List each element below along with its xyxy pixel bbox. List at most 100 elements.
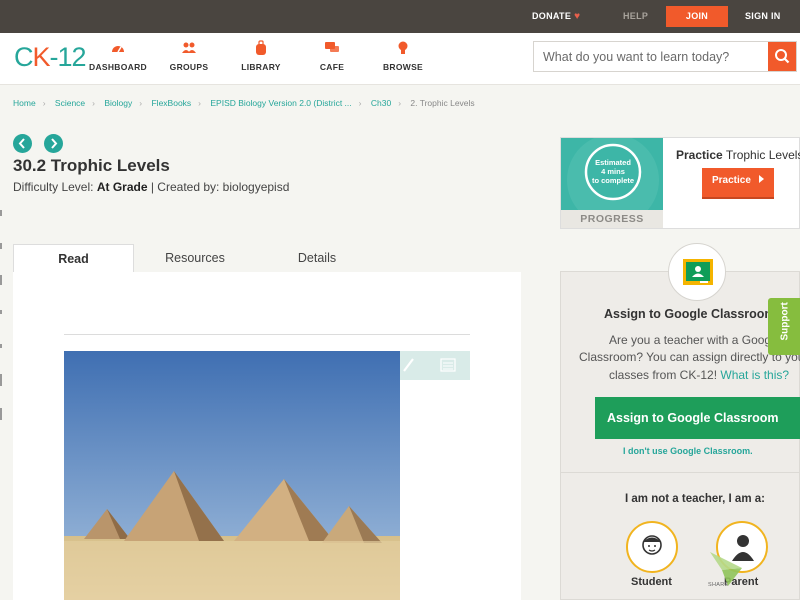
practice-title-bold: Practice bbox=[676, 148, 723, 162]
lightbulb-icon bbox=[398, 41, 408, 54]
logo-12: -12 bbox=[49, 42, 87, 72]
card-divider bbox=[561, 472, 799, 473]
donate-label: DONATE bbox=[532, 11, 572, 21]
nav-groups[interactable]: GROUPS bbox=[166, 40, 212, 72]
assign-heading: Assign to Google Classroom bbox=[604, 307, 776, 321]
nav-dashboard[interactable]: DASHBOARD bbox=[88, 40, 148, 72]
nav-groups-label: GROUPS bbox=[169, 62, 209, 72]
estimated-label: Estimated bbox=[595, 158, 631, 167]
nav-dashboard-label: DASHBOARD bbox=[89, 62, 147, 72]
assign-description-line1: Are you a teacher with a Google bbox=[609, 333, 781, 347]
notes-icon[interactable] bbox=[440, 357, 456, 373]
left-edge-mark bbox=[0, 408, 2, 420]
previous-lesson-button[interactable] bbox=[13, 134, 32, 153]
left-edge-mark bbox=[0, 243, 2, 249]
page-title: 30.2 Trophic Levels bbox=[13, 156, 170, 175]
search-icon bbox=[775, 49, 790, 64]
left-edge-mark bbox=[0, 310, 2, 314]
heart-icon: ♥ bbox=[574, 11, 581, 22]
breadcrumb-home[interactable]: Home bbox=[13, 98, 36, 108]
nav-cafe[interactable]: CAFE bbox=[314, 40, 350, 72]
estimated-suffix: to complete bbox=[591, 176, 635, 185]
breadcrumb: Home › Science › Biology › FlexBooks › EPISD… bbox=[13, 98, 475, 108]
pyramids-image bbox=[64, 351, 400, 600]
breadcrumb-science[interactable]: Science bbox=[55, 98, 85, 108]
not-teacher-heading: I am not a teacher, I am a: bbox=[625, 493, 765, 505]
breadcrumb-chapter[interactable]: Ch30 bbox=[371, 98, 391, 108]
tab-read[interactable]: Read bbox=[13, 244, 134, 272]
support-tab[interactable]: Support bbox=[768, 298, 800, 355]
pyramids-illustration bbox=[64, 351, 400, 600]
left-edge-mark bbox=[0, 275, 2, 285]
nav-browse[interactable]: BROWSE bbox=[380, 40, 426, 72]
top-utility-bar: DONATE ♥ HELP JOIN SIGN IN bbox=[0, 0, 800, 33]
breadcrumb-chevron-icon: › bbox=[92, 98, 95, 108]
search-input[interactable] bbox=[534, 42, 770, 71]
left-edge-mark bbox=[0, 374, 2, 386]
share-label: SHARE bbox=[708, 582, 729, 588]
support-label: Support bbox=[779, 302, 791, 341]
what-is-this-link[interactable]: What is this? bbox=[720, 368, 789, 382]
people-icon bbox=[182, 42, 196, 53]
left-edge-mark bbox=[0, 344, 2, 348]
left-edge-mark bbox=[0, 210, 2, 216]
breadcrumb-chevron-icon: › bbox=[198, 98, 202, 108]
google-classroom-icon bbox=[683, 259, 713, 285]
google-classroom-logo bbox=[668, 243, 726, 301]
breadcrumb-flexbooks[interactable]: FlexBooks bbox=[151, 98, 191, 108]
tab-resources[interactable]: Resources bbox=[144, 244, 246, 272]
search-button[interactable] bbox=[768, 42, 796, 71]
practice-title-topic: Trophic Levels bbox=[725, 148, 800, 162]
student-role-label: Student bbox=[631, 576, 672, 588]
breadcrumb-biology[interactable]: Biology bbox=[104, 98, 132, 108]
created-by: | Created by: biologyepisd bbox=[150, 180, 290, 194]
assign-description-prefix: classes from CK-12! bbox=[609, 368, 718, 382]
nav-library-label: LIBRARY bbox=[241, 62, 281, 72]
speedometer-icon bbox=[112, 46, 124, 53]
search-box bbox=[533, 41, 797, 72]
assign-description-line2: Classroom? You can assign directly to yo… bbox=[579, 350, 800, 364]
breadcrumb-book[interactable]: EPISD Biology Version 2.0 (District ... bbox=[210, 98, 351, 108]
progress-label: PROGRESS bbox=[561, 210, 663, 228]
chat-icon bbox=[325, 42, 339, 52]
progress-badge: Estimated 4 mins to complete PROGRESS bbox=[561, 138, 663, 228]
practice-title: Practice Trophic Levels bbox=[676, 148, 800, 162]
difficulty-value: At Grade bbox=[96, 180, 148, 194]
content-divider bbox=[64, 334, 470, 335]
practice-card: Estimated 4 mins to complete PROGRESS Pr… bbox=[560, 137, 800, 229]
chevron-right-icon bbox=[758, 175, 764, 183]
breadcrumb-chevron-icon: › bbox=[398, 98, 402, 108]
difficulty-label: Difficulty Level: bbox=[13, 180, 94, 194]
content-tabs: Read Resources Details bbox=[13, 244, 521, 272]
pencil-icon[interactable] bbox=[400, 356, 418, 374]
practice-button[interactable]: Practice bbox=[702, 168, 774, 197]
sign-in-link[interactable]: SIGN IN bbox=[745, 0, 781, 33]
breadcrumb-current: 2. Trophic Levels bbox=[410, 98, 475, 108]
nav-cafe-label: CAFE bbox=[319, 62, 345, 72]
estimated-time: Estimated 4 mins to complete bbox=[586, 158, 640, 185]
backpack-icon bbox=[256, 40, 266, 55]
nav-library[interactable]: LIBRARY bbox=[238, 40, 284, 72]
tab-details[interactable]: Details bbox=[266, 244, 368, 272]
student-face-icon bbox=[642, 535, 662, 555]
lesson-meta: Difficulty Level: At Grade | Created by:… bbox=[13, 180, 289, 194]
logo-k: K bbox=[32, 42, 51, 72]
assign-description-line3: classes from CK-12! What is this? bbox=[609, 368, 789, 382]
student-role-button[interactable] bbox=[626, 521, 678, 573]
estimated-minutes: 4 mins bbox=[601, 167, 625, 176]
breadcrumb-chevron-icon: › bbox=[139, 98, 143, 108]
join-button[interactable]: JOIN bbox=[666, 6, 728, 27]
next-lesson-button[interactable] bbox=[44, 134, 63, 153]
main-header: CK-12 DASHBOARD GROUPS LIBRARY CAFE BROW… bbox=[0, 33, 800, 85]
nav-browse-label: BROWSE bbox=[382, 62, 424, 72]
help-link[interactable]: HELP bbox=[623, 0, 648, 33]
dont-use-classroom-link[interactable]: I don't use Google Classroom. bbox=[623, 446, 753, 456]
ck12-logo[interactable]: CK-12 bbox=[14, 42, 87, 73]
chevron-right-icon bbox=[51, 138, 58, 149]
logo-c: C bbox=[14, 42, 33, 72]
breadcrumb-chevron-icon: › bbox=[42, 98, 46, 108]
reader-toolbar bbox=[398, 351, 470, 380]
donate-link[interactable]: DONATE ♥ bbox=[532, 0, 580, 33]
assign-google-classroom-button[interactable]: Assign to Google Classroom bbox=[595, 397, 800, 439]
practice-button-label: Practice bbox=[712, 175, 751, 186]
